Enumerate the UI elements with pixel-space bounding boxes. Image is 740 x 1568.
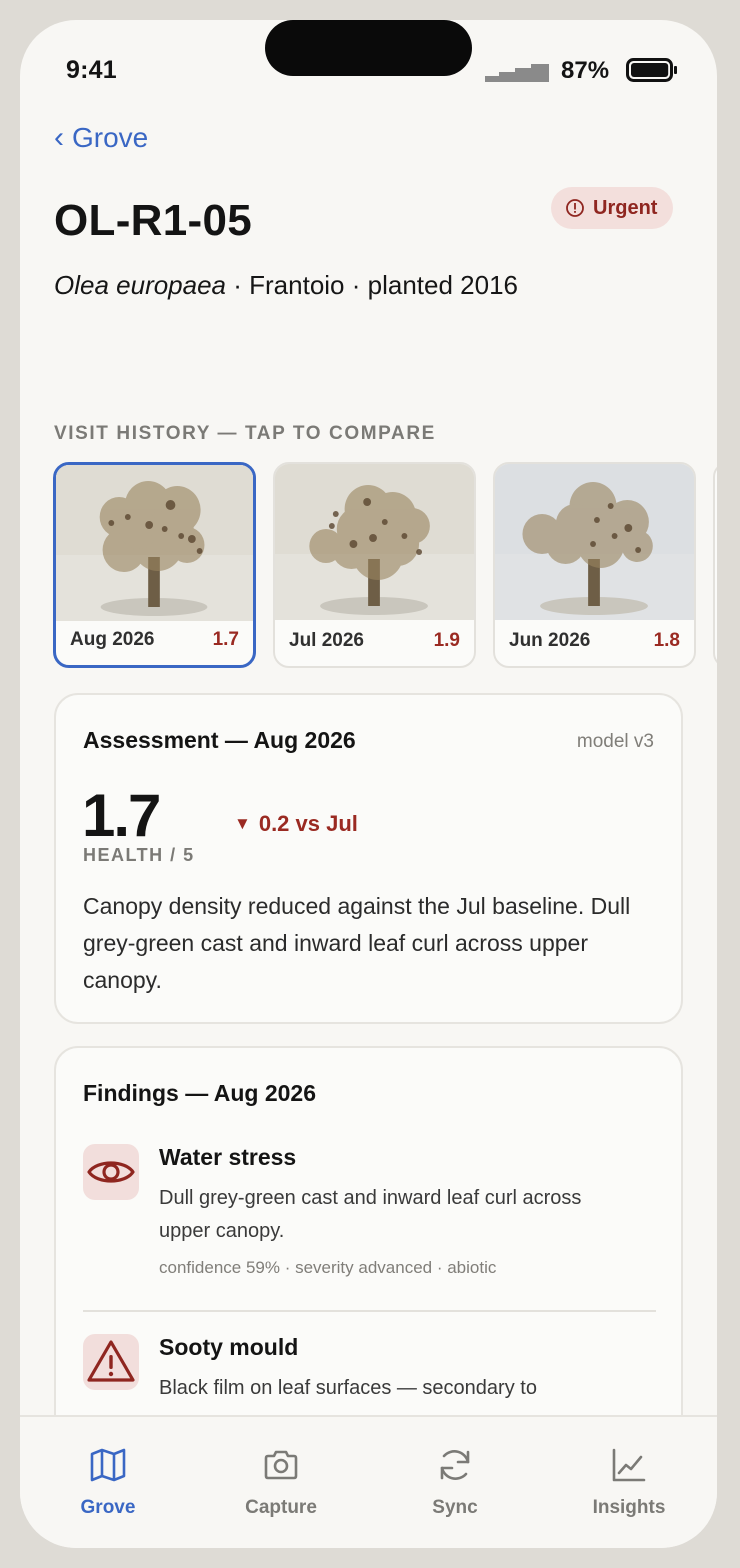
tab-sync[interactable]: Sync <box>385 1445 525 1519</box>
page-title: OL-R1-05 <box>54 196 252 245</box>
visit-score: 1.7 <box>212 629 239 650</box>
tree-photo <box>275 464 474 620</box>
tab-label: Sync <box>432 1497 478 1518</box>
finding-description: Dull grey-green cast and inward leaf cur… <box>159 1187 582 1242</box>
finding-description: Black film on leaf surfaces — secondary … <box>159 1377 537 1399</box>
battery-icon <box>626 58 677 82</box>
finding-meta: confidence 59% · severity advanced · abi… <box>159 1258 497 1277</box>
tree-details: · Frantoio · planted 2016 <box>226 270 518 300</box>
visit-card-jul[interactable]: Jul 2026 1.9 <box>273 462 476 668</box>
visit-card-jun[interactable]: Jun 2026 1.8 <box>493 462 696 668</box>
score-label: HEALTH / 5 <box>83 845 195 865</box>
eye-icon <box>83 1144 139 1200</box>
finding-name: Sooty mould <box>159 1334 299 1360</box>
back-label: Grove <box>72 122 149 153</box>
visit-history-label: VISIT HISTORY — TAP TO COMPARE <box>54 423 436 444</box>
tree-photo <box>495 464 694 620</box>
camera-icon <box>264 1450 298 1480</box>
battery-percent: 87% <box>561 57 610 84</box>
device-frame: 9:41 87% ‹ Grove OL-R1-05 Urgent Olea eu… <box>0 0 740 1568</box>
tab-capture[interactable]: Capture <box>211 1445 351 1519</box>
visit-date: Jun 2026 <box>509 630 591 651</box>
visit-history-strip[interactable]: Aug 2026 1.7 Jul 2026 1.9 Jun 2026 1.8 <box>53 462 717 672</box>
sync-icon <box>440 1450 470 1480</box>
visit-score: 1.9 <box>433 630 460 651</box>
triangle-down-icon: ▼ <box>234 814 251 833</box>
species-name: Olea europaea <box>54 270 227 300</box>
visit-score: 1.8 <box>653 630 680 651</box>
status-time: 9:41 <box>66 56 117 84</box>
visit-card-next[interactable] <box>713 462 717 668</box>
tree-subtitle: Olea europaea · Frantoio · planted 2016 <box>54 264 524 306</box>
finding-name: Water stress <box>159 1144 297 1170</box>
assessment-card: Assessment — Aug 2026 model v3 1.7 ▼ 0.2… <box>54 693 683 1024</box>
visit-date: Aug 2026 <box>70 629 155 650</box>
score-delta: ▼ 0.2 vs Jul <box>234 811 358 837</box>
screen: 9:41 87% ‹ Grove OL-R1-05 Urgent Olea eu… <box>20 20 717 1548</box>
health-score: 1.7 <box>82 782 161 849</box>
visit-card-aug[interactable]: Aug 2026 1.7 <box>53 462 256 668</box>
badge-label: Urgent <box>593 196 658 219</box>
findings-title: Findings — Aug 2026 <box>83 1080 317 1106</box>
assessment-description: Canopy density reduced against the Jul b… <box>83 893 631 993</box>
assessment-title: Assessment — Aug 2026 <box>83 727 356 753</box>
finding-item[interactable]: Water stress Dull grey-green cast and in… <box>83 1144 658 1294</box>
dynamic-island <box>265 20 472 76</box>
delta-value: 0.2 vs Jul <box>258 811 358 836</box>
alert-circle-icon <box>566 199 584 217</box>
signal-icon <box>485 64 549 82</box>
tab-bar: Grove Capture Sync Insights <box>20 1415 717 1548</box>
finding-item[interactable]: Sooty mould Black film on leaf surfaces … <box>83 1334 658 1415</box>
visit-date: Jul 2026 <box>289 630 364 651</box>
warning-icon <box>83 1334 139 1390</box>
tree-photo <box>56 465 253 621</box>
status-badge: Urgent <box>551 187 674 229</box>
tab-grove[interactable]: Grove <box>38 1445 178 1519</box>
tab-label: Capture <box>245 1497 317 1518</box>
chart-icon <box>612 1448 646 1482</box>
tab-label: Insights <box>592 1497 666 1518</box>
model-version: model v3 <box>576 731 654 752</box>
map-icon <box>90 1448 126 1482</box>
divider <box>83 1310 656 1312</box>
scroll-content[interactable]: 9:41 87% ‹ Grove OL-R1-05 Urgent Olea eu… <box>20 20 717 1415</box>
tab-label: Grove <box>80 1497 136 1518</box>
findings-card: Findings — Aug 2026 Water stress Dull gr… <box>54 1046 683 1415</box>
chevron-left-icon: ‹ <box>54 121 64 154</box>
tab-insights[interactable]: Insights <box>559 1445 699 1519</box>
back-button[interactable]: ‹ Grove <box>54 122 148 154</box>
